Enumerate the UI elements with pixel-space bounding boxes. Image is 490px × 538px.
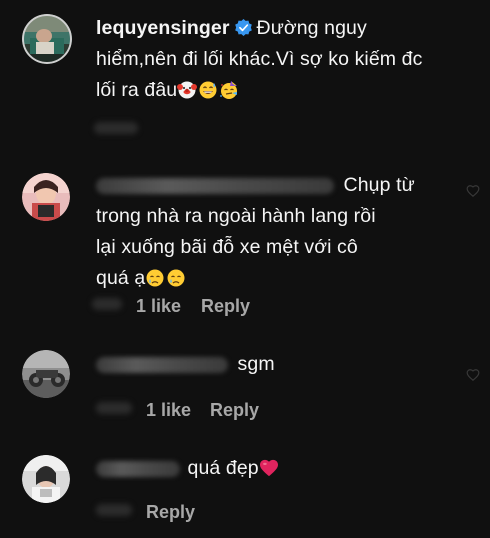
reply-button[interactable]: Reply bbox=[146, 502, 195, 523]
comment-line: lối ra đâu bbox=[96, 75, 476, 106]
comment-username[interactable]: lequyensinger bbox=[96, 17, 230, 39]
comment-timestamp bbox=[96, 402, 132, 414]
comment-username[interactable] bbox=[96, 177, 334, 194]
avatar[interactable] bbox=[22, 173, 70, 221]
comment-timestamp bbox=[94, 122, 138, 134]
comment-text-line-3: lối ra đâu bbox=[96, 79, 178, 101]
comment-text: Chụp từ bbox=[343, 174, 415, 196]
comment-text: quá đẹp bbox=[187, 457, 259, 479]
clown-face-emoji-icon bbox=[177, 81, 198, 99]
likes-count[interactable]: 1 like bbox=[136, 296, 181, 317]
crying-face-emoji-icon bbox=[146, 269, 164, 287]
comment-text-line-3: lại xuống bãi đỗ xe mệt với cô bbox=[96, 236, 358, 258]
comment-username[interactable] bbox=[96, 356, 228, 373]
comment-text-line-2: trong nhà ra ngoài hành lang rồi bbox=[96, 205, 376, 227]
verified-badge-icon bbox=[234, 18, 252, 37]
reply-button[interactable]: Reply bbox=[210, 400, 259, 421]
grinning-sweat-emoji-icon bbox=[199, 81, 217, 99]
comment-line: Chụp từ bbox=[96, 170, 476, 201]
comment-body: lequyensinger Đường nguy hiểm,nên đi lối… bbox=[96, 13, 476, 106]
avatar[interactable] bbox=[22, 350, 70, 398]
comment-text-line-2: hiểm,nên đi lối khác.Vì sợ ko kiếm đc bbox=[96, 48, 423, 70]
comment-text-line-4: quá ạ bbox=[96, 267, 146, 289]
partying-face-emoji-icon bbox=[220, 81, 238, 99]
avatar[interactable] bbox=[22, 14, 72, 64]
avatar[interactable] bbox=[22, 455, 70, 503]
crying-face-emoji-icon bbox=[167, 269, 185, 287]
comment-body: Chụp từ trong nhà ra ngoài hành lang rồi… bbox=[96, 170, 476, 294]
comment-line: sgm bbox=[96, 349, 476, 380]
likes-count[interactable]: 1 like bbox=[146, 400, 191, 421]
red-heart-emoji-icon bbox=[259, 459, 278, 477]
comment-timestamp bbox=[92, 298, 122, 310]
comment-text: Đường nguy bbox=[256, 17, 367, 39]
like-heart-icon[interactable] bbox=[466, 368, 480, 382]
comment-username[interactable] bbox=[96, 460, 180, 477]
comment-line: lequyensinger Đường nguy bbox=[96, 13, 476, 44]
comment-body: quá đẹp bbox=[96, 453, 476, 484]
comment-timestamp bbox=[96, 504, 132, 516]
reply-button[interactable]: Reply bbox=[201, 296, 250, 317]
comment-line: quá đẹp bbox=[96, 453, 476, 484]
comment-text: sgm bbox=[237, 353, 275, 375]
comment-line: quá ạ bbox=[96, 263, 476, 294]
comment-body: sgm bbox=[96, 349, 476, 380]
like-heart-icon[interactable] bbox=[466, 184, 480, 198]
